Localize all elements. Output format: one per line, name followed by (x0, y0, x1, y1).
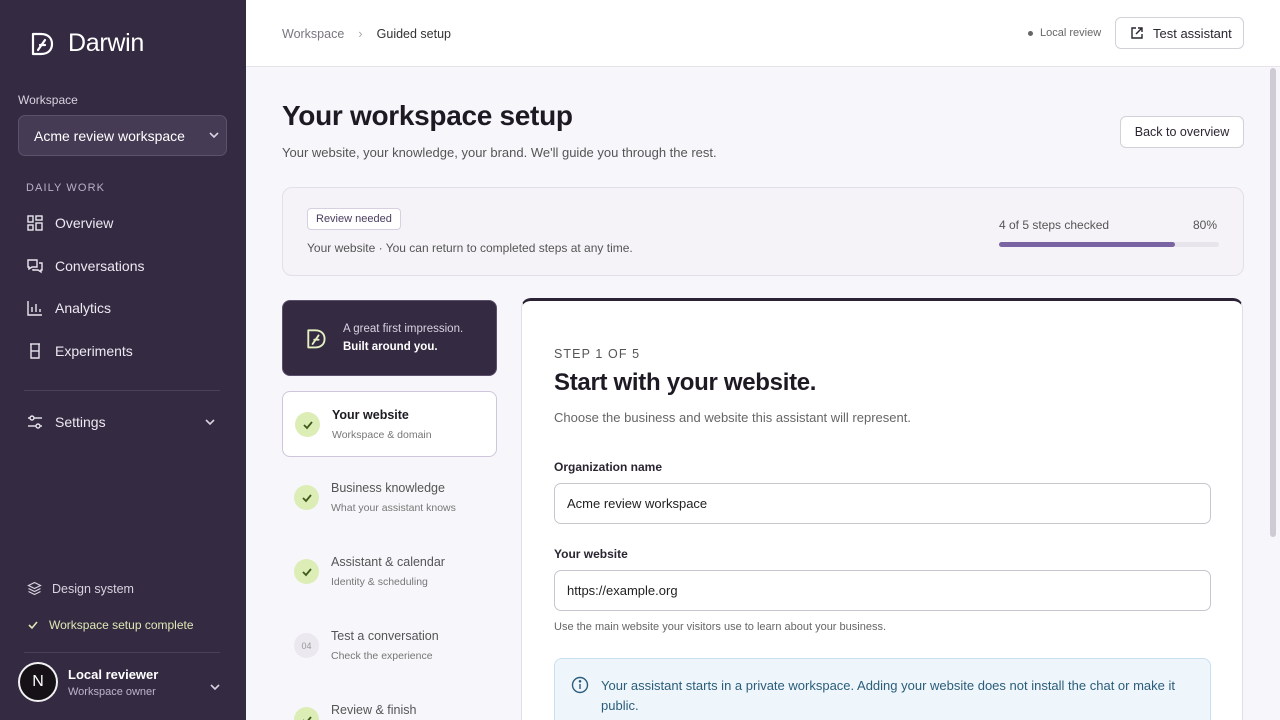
chevron-down-icon (209, 132, 219, 139)
darwin-logo-icon (307, 329, 326, 349)
logo[interactable]: Darwin (28, 28, 144, 58)
step-subtitle: What your assistant knows (331, 502, 456, 514)
promo-line-2: Built around you. (343, 341, 438, 353)
step-title: Business knowledge (331, 481, 445, 495)
sidebar: Darwin Workspace Acme review workspace D… (0, 0, 246, 720)
step-title: Assistant & calendar (331, 555, 445, 569)
step-check (294, 707, 319, 720)
check-icon (301, 567, 312, 576)
promo-card: A great first impression. Built around y… (282, 300, 497, 376)
form-subtitle: Choose the business and website this ass… (554, 410, 911, 425)
workspace-label: Workspace (18, 93, 78, 107)
breadcrumb: Workspace › Guided setup (282, 26, 451, 41)
status-label: Local review (1040, 27, 1102, 39)
sidebar-divider (24, 390, 220, 391)
design-system-label: Design system (52, 581, 134, 596)
step-test-conversation[interactable]: 04 Test a conversation Check the experie… (282, 613, 497, 679)
breadcrumb-workspace[interactable]: Workspace (282, 27, 344, 41)
status-dot-icon (1028, 30, 1033, 36)
sliders-icon (28, 415, 42, 429)
step-title: Review & finish (331, 703, 417, 717)
sidebar-item-label: Experiments (55, 343, 133, 359)
step-your-website[interactable]: Your website Workspace & domain (282, 391, 497, 457)
step-assistant-calendar[interactable]: Assistant & calendar Identity & scheduli… (282, 539, 497, 605)
breadcrumb-separator-icon: › (358, 26, 363, 41)
sidebar-item-experiments[interactable]: Experiments (26, 342, 133, 360)
step-subtitle: Workspace & domain (332, 429, 432, 441)
check-icon (28, 621, 38, 630)
info-callout: Your assistant starts in a private works… (554, 658, 1211, 720)
workspace-select-value: Acme review workspace (34, 127, 185, 144)
user-role: Workspace owner (68, 685, 156, 698)
step-subtitle: Identity & scheduling (331, 576, 428, 588)
setup-status: Workspace setup complete (27, 618, 194, 632)
step-kicker: STEP 1 OF 5 (554, 347, 641, 361)
workspace-select[interactable]: Acme review workspace (18, 115, 227, 156)
sidebar-divider (24, 652, 220, 653)
step-subtitle: Check the experience (331, 650, 433, 662)
page-title: Your workspace setup (282, 100, 573, 131)
website-input[interactable] (554, 570, 1211, 611)
check-icon (301, 493, 312, 502)
avatar: N (18, 662, 58, 702)
user-menu[interactable]: N Local reviewer Workspace owner (18, 662, 158, 702)
check-icon (302, 715, 312, 720)
progress-card: Review needed Your website · You can ret… (282, 187, 1244, 276)
progress-percent: 80% (1193, 218, 1218, 232)
step-check (294, 485, 319, 510)
design-system-link[interactable]: Design system (27, 581, 134, 596)
darwin-logo-icon (31, 32, 54, 56)
chat-icon (27, 259, 43, 274)
progress-note: Your website · You can return to complet… (307, 241, 633, 255)
sidebar-item-conversations[interactable]: Conversations (26, 257, 145, 275)
sidebar-item-overview[interactable]: Overview (26, 214, 113, 232)
website-hint: Use the main website your visitors use t… (554, 621, 886, 633)
sidebar-item-label: Analytics (55, 300, 112, 316)
progress-bar-fill (999, 242, 1175, 247)
organization-name-input[interactable] (554, 483, 1211, 524)
step-check (295, 412, 320, 437)
user-name: Local reviewer (68, 666, 159, 682)
test-assistant-button[interactable]: Test assistant (1115, 17, 1244, 49)
organization-name-label: Organization name (554, 460, 663, 474)
section-label-daily-work: DAILY WORK (26, 182, 106, 194)
step-title: Test a conversation (331, 629, 439, 643)
step-check (294, 559, 319, 584)
scrollbar[interactable] (1270, 68, 1276, 537)
breadcrumb-current: Guided setup (376, 26, 451, 41)
status-badge: Review needed (307, 208, 401, 230)
sidebar-item-label: Settings (55, 414, 106, 430)
info-message: Your assistant starts in a private works… (601, 678, 1175, 713)
external-link-icon (1131, 27, 1143, 39)
page-subtitle: Your website, your knowledge, your brand… (282, 145, 717, 160)
grid-icon (27, 215, 43, 231)
sidebar-item-settings[interactable]: Settings (26, 413, 215, 431)
step-title: Your website (332, 408, 409, 422)
website-label: Your website (554, 547, 628, 561)
step-business-knowledge[interactable]: Business knowledge What your assistant k… (282, 465, 497, 531)
progress-bar (999, 242, 1219, 247)
status-indicator: Local review (1028, 27, 1101, 39)
promo-line-1: A great first impression. (343, 323, 464, 335)
layers-icon (27, 581, 42, 596)
bar-chart-icon (27, 301, 42, 316)
back-to-overview-button[interactable]: Back to overview (1120, 116, 1244, 148)
form-title: Start with your website. (554, 369, 817, 396)
step-number: 04 (294, 633, 319, 658)
sidebar-item-analytics[interactable]: Analytics (26, 299, 111, 317)
test-assistant-label: Test assistant (1153, 25, 1232, 41)
top-bar: Workspace › Guided setup Local review Te… (246, 0, 1280, 67)
setup-status-label: Workspace setup complete (49, 618, 194, 632)
sidebar-item-label: Overview (55, 215, 114, 231)
flask-icon (30, 343, 40, 359)
chevron-down-icon[interactable] (209, 681, 221, 693)
setup-form-card: STEP 1 OF 5 Start with your website. Cho… (521, 298, 1243, 720)
info-icon (571, 676, 589, 694)
chevron-down-icon (205, 419, 215, 426)
sidebar-item-label: Conversations (55, 258, 145, 274)
check-icon (302, 420, 313, 429)
brand-name: Darwin (68, 28, 144, 57)
step-review-finish[interactable]: Review & finish (282, 687, 497, 720)
steps-checked: 4 of 5 steps checked (999, 218, 1110, 232)
